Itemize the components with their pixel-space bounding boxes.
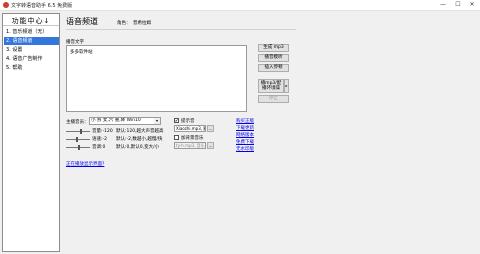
pitch-param: 音调:0 (92, 145, 106, 150)
maximize-button[interactable]: ☐ (452, 1, 464, 9)
network-version-link[interactable]: 网络版本 (236, 132, 254, 138)
function-sidebar: 功能中心↓ 1. 音乐频道（无） 2. 语音频道 3. 设置 4. 语音广告制作… (2, 13, 60, 252)
speed-slider[interactable] (66, 137, 90, 142)
app-icon (3, 2, 9, 8)
prompt-sound-checkbox[interactable]: ✔ (174, 118, 179, 123)
playback-display-link[interactable]: 正在播放显示界面? (66, 161, 104, 167)
sidebar-item-voice-channel[interactable]: 2. 语音频道 (4, 37, 59, 45)
volume-param: 音量:-120 (92, 129, 113, 134)
close-button[interactable]: ✕ (466, 1, 478, 9)
insert-pause-button[interactable]: 插入停顿 (258, 64, 289, 72)
volume-desc: 默认:120,越大声音越高 (116, 129, 164, 134)
broadcast-text-area[interactable]: 多多软件站 (66, 45, 247, 112)
free-download-link[interactable]: 免费下载 (236, 139, 254, 145)
pitch-slider[interactable] (66, 145, 90, 150)
window-title: 文字转语音助手 6.5 免费版 (11, 3, 73, 9)
sidebar-item-settings[interactable]: 3. 设置 (4, 46, 59, 54)
speed-desc: 默认:-2,数越小,越慢/快 (116, 137, 163, 142)
update-link[interactable]: 下载更新 (236, 125, 254, 131)
prompt-sound-label: 提示音 (181, 119, 195, 124)
anchor-selected-value: 小 燕 女,六 重,降 Win10 (91, 118, 141, 123)
volume-slider[interactable] (66, 129, 90, 134)
sidebar-item-voice-ad[interactable]: 4. 语音广告制作 (4, 55, 59, 63)
anchor-select[interactable]: 小 燕 女,六 重,降 Win10 ▾ (89, 117, 161, 125)
chevron-down-icon: ▾ (154, 118, 160, 124)
minimize-button[interactable]: — (437, 1, 449, 9)
sidebar-item-music-channel[interactable]: 1. 音乐频道（无） (4, 28, 59, 36)
sidebar-divider (3, 25, 59, 26)
header-divider (66, 29, 296, 30)
play-audition-button[interactable]: 播音模听 (258, 54, 289, 62)
bg-music-label: 加背景音乐 (181, 136, 204, 141)
buy-link[interactable]: 购买正版 (236, 118, 254, 124)
prompt-sound-file-input[interactable]: Xiaozhi.mp3, 默 (174, 125, 206, 132)
voice-value: 普希拉姆 (133, 21, 151, 26)
title-bar: 文字转语音助手 6.5 免费版 — ☐ ✕ (0, 0, 480, 11)
play-mp3-music-button[interactable]: 播mp3/配 播环境噪 (258, 79, 284, 93)
page-title: 语音频道 (66, 17, 98, 26)
anchor-label: 主播音员： (66, 120, 89, 125)
no-watermark-link[interactable]: 无水印版 (236, 146, 254, 152)
bg-music-checkbox[interactable] (174, 135, 179, 140)
generate-mp3-button[interactable]: 生成 mp3 (258, 44, 289, 52)
bg-music-file-input[interactable]: ty-h.mp3, 音乐 (174, 142, 206, 149)
music-dropdown-button[interactable]: ▸ (284, 79, 289, 93)
pitch-desc: 默认:0,默认0,变大/小 (116, 145, 160, 150)
speed-param: 语速:-2 (92, 137, 108, 142)
bg-music-browse-button[interactable]: … (207, 142, 214, 149)
prompt-sound-browse-button[interactable]: … (207, 125, 214, 132)
voice-label: 角色： (117, 21, 131, 26)
stop-button[interactable]: 停止 (258, 95, 289, 103)
sidebar-item-help[interactable]: 5. 帮助 (4, 64, 59, 72)
